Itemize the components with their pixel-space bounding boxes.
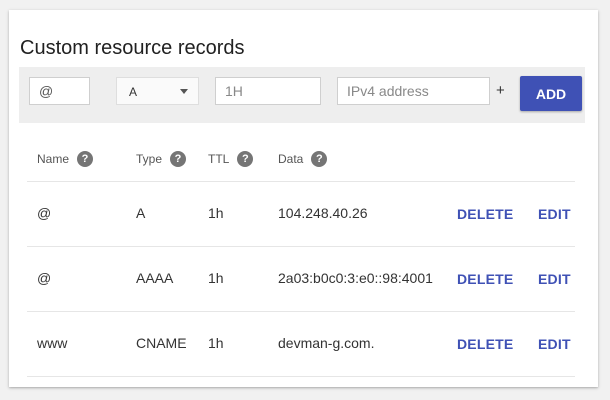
record-type: CNAME [136, 335, 187, 351]
type-select-value: A [129, 85, 138, 99]
plus-icon[interactable]: + [496, 82, 505, 99]
name-input[interactable] [29, 77, 90, 105]
custom-records-card: Custom resource records A + ADD Name ? T… [9, 10, 598, 387]
record-name: @ [37, 205, 52, 221]
edit-button[interactable]: EDIT [538, 206, 571, 222]
panel-title: Custom resource records [20, 37, 245, 59]
help-icon[interactable]: ? [311, 151, 328, 167]
table-row: www CNAME 1h devman-g.com. DELETE EDIT [27, 311, 575, 376]
record-ttl: 1h [208, 205, 224, 221]
add-record-toolbar: A + ADD [19, 67, 585, 123]
help-icon[interactable]: ? [237, 151, 254, 167]
help-icon[interactable]: ? [170, 151, 187, 167]
header-ttl: TTL ? [208, 151, 254, 167]
data-input[interactable] [337, 77, 490, 105]
record-ttl: 1h [208, 335, 224, 351]
ttl-input[interactable] [215, 77, 321, 105]
table-row: @ AAAA 1h 2a03:b0c0:3:e0::98:4001 DELETE… [27, 246, 575, 311]
record-data: 104.248.40.26 [278, 205, 368, 221]
record-name: @ [37, 270, 52, 286]
record-type: A [136, 205, 146, 221]
header-type-label: Type [136, 152, 163, 166]
header-name-label: Name [37, 152, 70, 166]
header-name: Name ? [37, 151, 94, 167]
delete-button[interactable]: DELETE [457, 271, 513, 287]
delete-button[interactable]: DELETE [457, 206, 513, 222]
type-select[interactable]: A [116, 77, 199, 105]
help-icon[interactable]: ? [77, 151, 94, 167]
edit-button[interactable]: EDIT [538, 336, 571, 352]
header-data-label: Data [278, 152, 304, 166]
record-data: 2a03:b0c0:3:e0::98:4001 [278, 270, 433, 286]
delete-button[interactable]: DELETE [457, 336, 513, 352]
table-row: @ A 1h 104.248.40.26 DELETE EDIT [27, 181, 575, 246]
add-button[interactable]: ADD [520, 76, 582, 111]
header-type: Type ? [136, 151, 187, 167]
header-data: Data ? [278, 151, 328, 167]
edit-button[interactable]: EDIT [538, 271, 571, 287]
chevron-down-icon [180, 89, 188, 94]
record-data: devman-g.com. [278, 335, 375, 351]
record-type: AAAA [136, 270, 174, 286]
header-ttl-label: TTL [208, 152, 230, 166]
table-bottom-divider [27, 376, 575, 377]
record-ttl: 1h [208, 270, 224, 286]
record-name: www [37, 335, 68, 351]
